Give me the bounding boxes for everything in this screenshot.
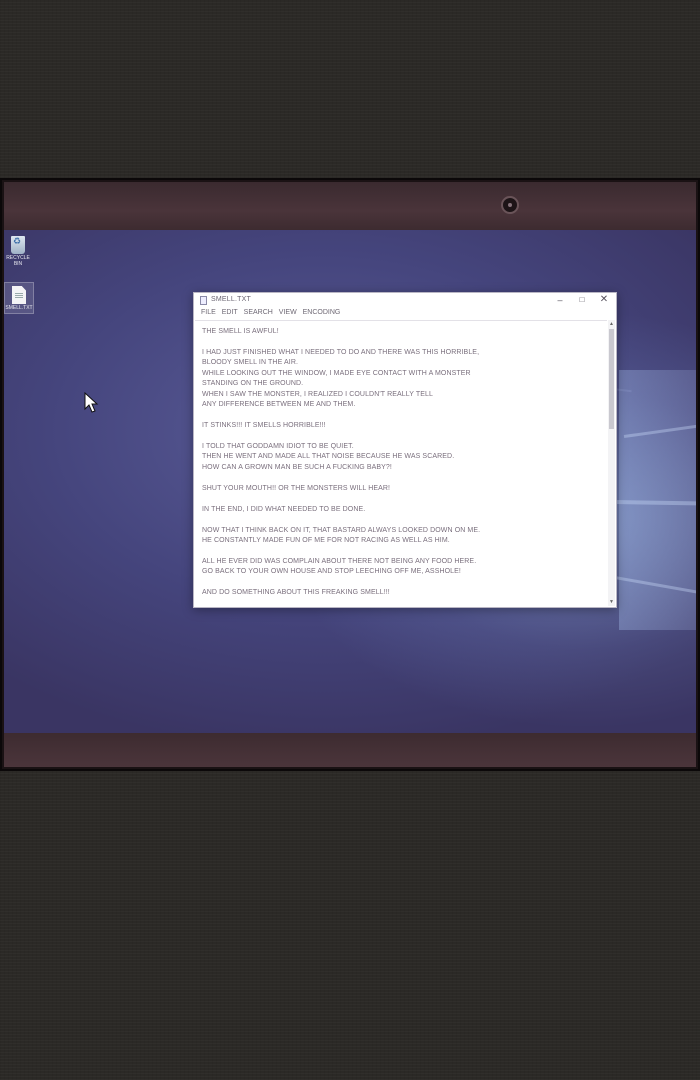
- monitor: RECYCLE BIN SMELL.TXT SMELL.TXT – □ ✕ FI…: [0, 178, 700, 771]
- desktop-icon-smell-txt[interactable]: SMELL.TXT: [4, 282, 34, 314]
- text-line: ALL HE EVER DID WAS COMPLAIN ABOUT THERE…: [202, 558, 477, 565]
- mouse-cursor-icon: [84, 392, 99, 413]
- close-button[interactable]: ✕: [594, 294, 614, 306]
- menu-file[interactable]: FILE: [201, 309, 216, 316]
- desktop-icon-label: SMELL.TXT: [5, 305, 33, 311]
- minimize-button[interactable]: –: [550, 294, 570, 306]
- vertical-scrollbar[interactable]: ▲ ▼: [608, 320, 615, 606]
- text-line: IN THE END, I DID WHAT NEEDED TO BE DONE…: [202, 506, 366, 513]
- text-line: BLOODY SMELL IN THE AIR.: [202, 359, 299, 366]
- scrollbar-thumb[interactable]: [609, 329, 614, 429]
- notepad-icon: [200, 296, 207, 305]
- menu-view[interactable]: VIEW: [279, 309, 297, 316]
- desktop-icon-label: RECYCLE BIN: [6, 255, 30, 267]
- recycle-bin-icon: [11, 236, 25, 254]
- text-line: GO BACK TO YOUR OWN HOUSE AND STOP LEECH…: [202, 568, 461, 575]
- text-line: THE SMELL IS AWFUL!: [202, 328, 279, 335]
- text-line: SHUT YOUR MOUTH!! OR THE MONSTERS WILL H…: [202, 485, 391, 492]
- text-line: THEN HE WENT AND MADE ALL THAT NOISE BEC…: [202, 453, 455, 460]
- text-line: WHEN I SAW THE MONSTER, I REALIZED I COU…: [202, 391, 433, 398]
- text-file-icon: [12, 286, 26, 304]
- text-line: HE CONSTANTLY MADE FUN OF ME FOR NOT RAC…: [202, 537, 450, 544]
- scroll-up-icon[interactable]: ▲: [608, 320, 615, 328]
- text-line: HOW CAN A GROWN MAN BE SUCH A FUCKING BA…: [202, 464, 392, 471]
- menu-encoding[interactable]: ENCODING: [303, 309, 341, 316]
- text-line: WHILE LOOKING OUT THE WINDOW, I MADE EYE…: [202, 370, 471, 377]
- menu-search[interactable]: SEARCH: [244, 309, 273, 316]
- text-line: IT STINKS!!! IT SMELLS HORRIBLE!!!: [202, 422, 326, 429]
- text-line: NOW THAT I THINK BACK ON IT, THAT BASTAR…: [202, 527, 481, 534]
- webcam-icon: [501, 196, 519, 214]
- window-title: SMELL.TXT: [211, 296, 251, 303]
- window-titlebar[interactable]: SMELL.TXT – □ ✕: [194, 293, 616, 308]
- desktop-screen: RECYCLE BIN SMELL.TXT SMELL.TXT – □ ✕ FI…: [4, 230, 696, 733]
- monitor-bezel-bottom: [4, 733, 696, 767]
- menu-edit[interactable]: EDIT: [222, 309, 238, 316]
- menu-bar: FILE EDIT SEARCH VIEW ENCODING: [201, 309, 344, 316]
- text-line: STANDING ON THE GROUND.: [202, 380, 304, 387]
- text-line: I HAD JUST FINISHED WHAT I NEEDED TO DO …: [202, 349, 480, 356]
- text-line: ANY DIFFERENCE BETWEEN ME AND THEM.: [202, 401, 356, 408]
- scroll-down-icon[interactable]: ▼: [608, 598, 615, 606]
- text-line: AND DO SOMETHING ABOUT THIS FREAKING SME…: [202, 589, 390, 596]
- monitor-bezel-top: [4, 182, 696, 230]
- text-editor-area[interactable]: THE SMELL IS AWFUL! I HAD JUST FINISHED …: [195, 320, 607, 606]
- maximize-button[interactable]: □: [572, 294, 592, 306]
- text-line: I TOLD THAT GODDAMN IDIOT TO BE QUIET.: [202, 443, 354, 450]
- desktop-icon-recycle-bin[interactable]: RECYCLE BIN: [4, 234, 32, 267]
- notepad-window[interactable]: SMELL.TXT – □ ✕ FILE EDIT SEARCH VIEW EN…: [193, 292, 617, 608]
